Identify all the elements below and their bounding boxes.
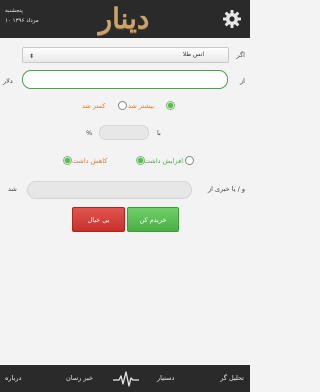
radio-decrease[interactable] xyxy=(136,156,145,165)
percent-sign: % xyxy=(86,129,93,137)
news-label: و / یا خبری از xyxy=(208,185,245,193)
from-label: از xyxy=(240,77,245,85)
gear-icon[interactable] xyxy=(222,9,242,29)
news-input[interactable] xyxy=(27,181,192,199)
asset-select-value: انس طلا xyxy=(182,51,204,58)
radio-increase-label: افزایش داشت xyxy=(144,157,183,165)
app-logo: دینار xyxy=(98,2,150,35)
with-label: با xyxy=(157,129,161,137)
radio-extra[interactable] xyxy=(63,156,72,165)
radio-less[interactable] xyxy=(118,101,127,110)
amount-input[interactable] xyxy=(22,70,228,89)
buy-button[interactable]: خریدم کن xyxy=(127,207,179,232)
became-label: شد xyxy=(8,185,17,193)
radio-less-label: کمتر شد xyxy=(82,102,106,110)
nav-item-assistant[interactable]: دستیار xyxy=(157,374,174,382)
radio-decrease-label: کاهش داشت xyxy=(72,157,108,165)
chevron-updown-icon: ⬍ xyxy=(29,53,35,60)
cancel-button[interactable]: بی خیال xyxy=(72,207,125,232)
currency-label: دلار xyxy=(3,77,13,85)
asset-select[interactable]: ⬍ انس طلا xyxy=(22,47,229,63)
nav-item-analyzer[interactable]: تحلیل گر xyxy=(220,374,244,382)
radio-increase[interactable] xyxy=(185,156,194,165)
app-header: پنجشنبه ۱۰ مرداد ۱۳۹۶ دینار xyxy=(0,0,250,38)
nav-item-about[interactable]: درباره xyxy=(5,374,21,382)
if-label: اگر xyxy=(236,51,246,59)
date-text: ۱۰ مرداد ۱۳۹۶ xyxy=(5,18,39,24)
nav-item-news[interactable]: خبر رسان xyxy=(66,374,93,382)
weekday-text: پنجشنبه xyxy=(5,8,23,14)
date-display: پنجشنبه ۱۰ مرداد ۱۳۹۶ xyxy=(5,6,39,26)
pulse-icon[interactable] xyxy=(113,370,139,388)
radio-more[interactable] xyxy=(166,101,175,110)
radio-more-label: بیشتر شد xyxy=(128,102,155,110)
percent-input[interactable] xyxy=(99,125,149,140)
bottom-nav: تحلیل گر دستیار خبر رسان درباره xyxy=(0,365,250,392)
